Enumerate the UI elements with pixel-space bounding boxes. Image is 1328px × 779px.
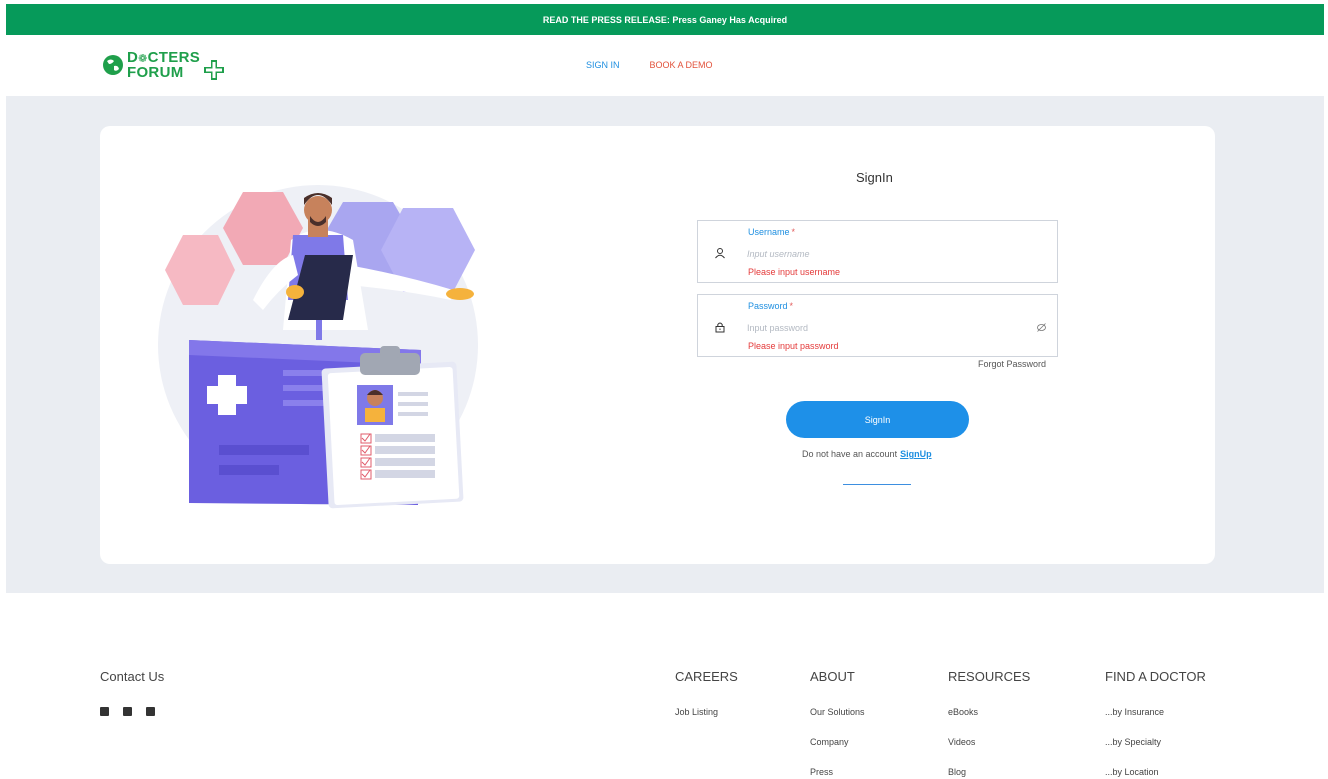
password-error: Please input password [748,341,839,351]
logo-word-cters: CTERS [147,48,201,66]
logo-text: D❁CTERS FORUM [127,48,201,81]
eye-hidden-icon[interactable] [1036,322,1047,333]
careers-heading[interactable]: CAREERS [675,669,738,684]
medical-cross-icon [204,60,225,80]
docters-forum-logo[interactable]: D❁CTERS FORUM [102,48,226,82]
password-label: Password * [748,301,794,311]
footer-col-about: ABOUT Our Solutions Company Press [810,669,865,777]
ebooks-link[interactable]: eBooks [948,707,978,717]
lock-icon [715,322,725,333]
footer-col-careers: CAREERS Job Listing [675,669,738,717]
videos-link[interactable]: Videos [948,737,975,747]
about-heading[interactable]: ABOUT [810,669,855,684]
youtube-icon[interactable] [146,707,155,716]
banner-text[interactable]: READ THE PRESS RELEASE: Press Ganey Has … [543,15,787,25]
logo-letter-d: D [127,48,139,66]
job-listing-link[interactable]: Job Listing [675,707,718,717]
linkedin-icon[interactable] [123,707,132,716]
by-insurance-link[interactable]: ...by Insurance [1105,707,1164,717]
top-nav: SIGN IN BOOK A DEMO [586,60,713,70]
footer-contact-heading[interactable]: Contact Us [100,669,164,684]
no-account-text: Do not have an account [802,449,898,459]
signin-button[interactable]: SignIn [786,401,969,438]
footer-col-resources: RESOURCES eBooks Videos Blog [948,669,1030,777]
forgot-password-link[interactable]: Forgot Password [978,359,1046,369]
resources-heading[interactable]: RESOURCES [948,669,1030,684]
our-solutions-link[interactable]: Our Solutions [810,707,865,717]
facebook-icon[interactable] [100,707,109,716]
signup-link[interactable]: SignUp [900,449,932,459]
divider-line [843,484,911,485]
logo-word-forum: FORUM [127,63,184,81]
company-link[interactable]: Company [810,737,849,747]
nav-sign-in-link[interactable]: SIGN IN [586,60,620,70]
find-doctor-heading[interactable]: FIND A DOCTOR [1105,669,1206,684]
username-label: Username * [748,227,796,237]
press-link[interactable]: Press [810,767,833,777]
nav-book-demo-link[interactable]: BOOK A DEMO [650,60,713,70]
password-input[interactable] [747,321,1007,335]
globe-icon [103,55,123,75]
signin-title: SignIn [856,170,893,185]
password-field: Password * Please input password [697,294,1058,357]
press-release-banner[interactable]: READ THE PRESS RELEASE: Press Ganey Has … [6,4,1324,35]
username-error: Please input username [748,267,841,277]
blog-link[interactable]: Blog [948,767,966,777]
username-field: Username* Please input username [697,220,1058,283]
site-header: D❁CTERS FORUM SIGN IN BOOK A DEMO [6,35,1324,96]
username-input[interactable] [747,247,1007,261]
doctor-illustration [158,185,478,509]
by-location-link[interactable]: ...by Location [1105,767,1159,777]
user-icon [715,248,725,259]
by-specialty-link[interactable]: ...by Specialty [1105,737,1161,747]
footer-col-find-doctor: FIND A DOCTOR ...by Insurance ...by Spec… [1105,669,1206,777]
social-links [100,707,155,716]
signup-prompt: Do not have an account SignUp [802,449,932,459]
